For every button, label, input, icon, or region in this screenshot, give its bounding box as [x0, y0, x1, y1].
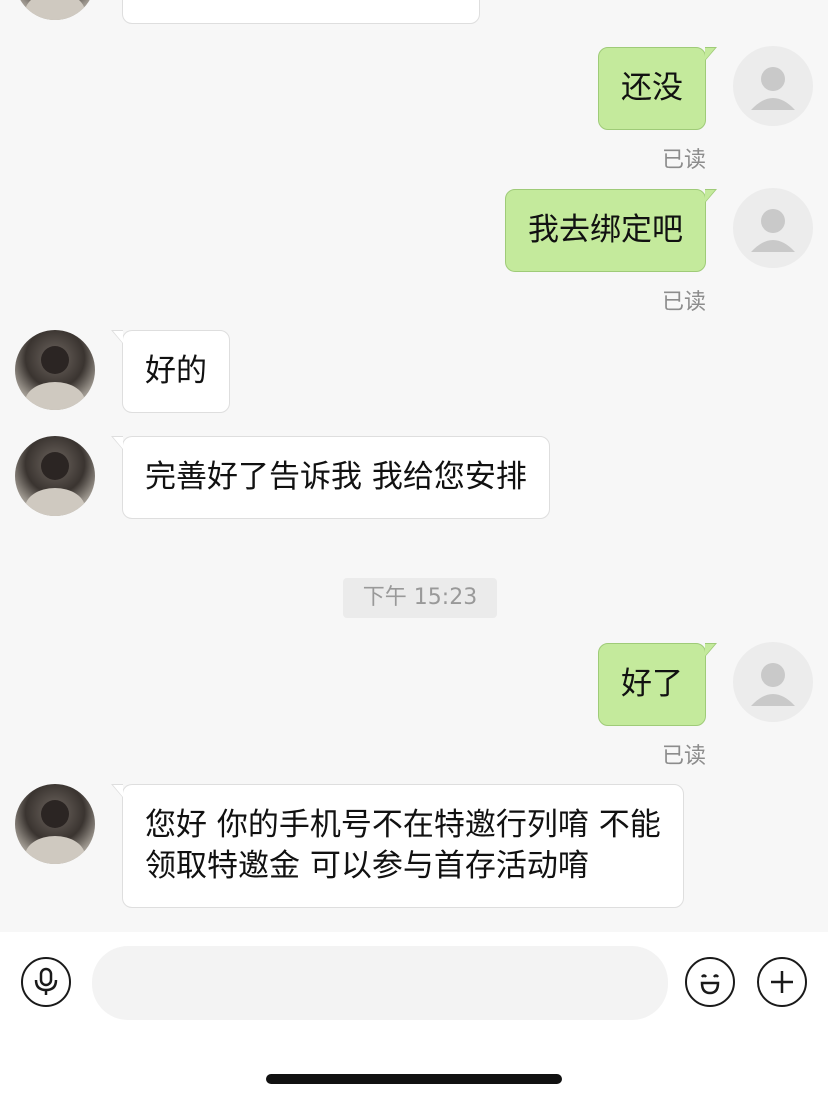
smiley-icon	[700, 974, 720, 995]
more-button[interactable]	[757, 957, 807, 1007]
microphone-icon	[34, 967, 58, 995]
contact-avatar[interactable]	[15, 0, 95, 20]
voice-button[interactable]	[21, 957, 71, 1007]
message-text: 我去绑定吧	[528, 212, 683, 248]
message-text: 好的	[145, 353, 207, 389]
message-text: 完善好了告诉我 我给您安排	[145, 459, 527, 495]
input-bar	[0, 932, 828, 1100]
message-bubble-outgoing[interactable]: 还没	[598, 47, 717, 130]
home-indicator	[266, 1074, 562, 1084]
read-status: 已读	[661, 744, 706, 769]
message-input[interactable]	[92, 946, 668, 1020]
timestamp-divider: 下午 15:23	[343, 578, 497, 618]
self-avatar[interactable]	[733, 188, 813, 268]
message-bubble-incoming[interactable]: 好的	[111, 330, 230, 413]
message-text-line: 领取特邀金 可以参与首存活动唷	[145, 848, 589, 884]
contact-avatar[interactable]	[15, 784, 95, 864]
message-text: 还没	[621, 70, 683, 106]
self-avatar[interactable]	[733, 46, 813, 126]
chat-area[interactable]: 还没 已读 我去绑定吧 已读 好的 完善好了告诉我 我给您安排 下午 15:23…	[0, 0, 828, 932]
contact-avatar[interactable]	[15, 436, 95, 516]
contact-avatar[interactable]	[15, 330, 95, 410]
emoji-button[interactable]	[685, 957, 735, 1007]
plus-icon	[771, 971, 793, 993]
message-text: 好了	[621, 666, 683, 702]
message-bubble-outgoing[interactable]: 好了	[598, 643, 717, 726]
message-bubble-incoming[interactable]: 您好 你的手机号不在特邀行列唷 不能 领取特邀金 可以参与首存活动唷	[111, 784, 684, 908]
message-text-line: 您好 你的手机号不在特邀行列唷 不能	[145, 807, 661, 843]
message-bubble-incoming[interactable]: 完善好了告诉我 我给您安排	[111, 436, 550, 519]
read-status: 已读	[661, 290, 706, 315]
self-avatar[interactable]	[733, 642, 813, 722]
read-status: 已读	[661, 148, 706, 173]
message-bubble-outgoing[interactable]: 我去绑定吧	[505, 189, 717, 272]
message-bubble-partial	[122, 0, 480, 24]
